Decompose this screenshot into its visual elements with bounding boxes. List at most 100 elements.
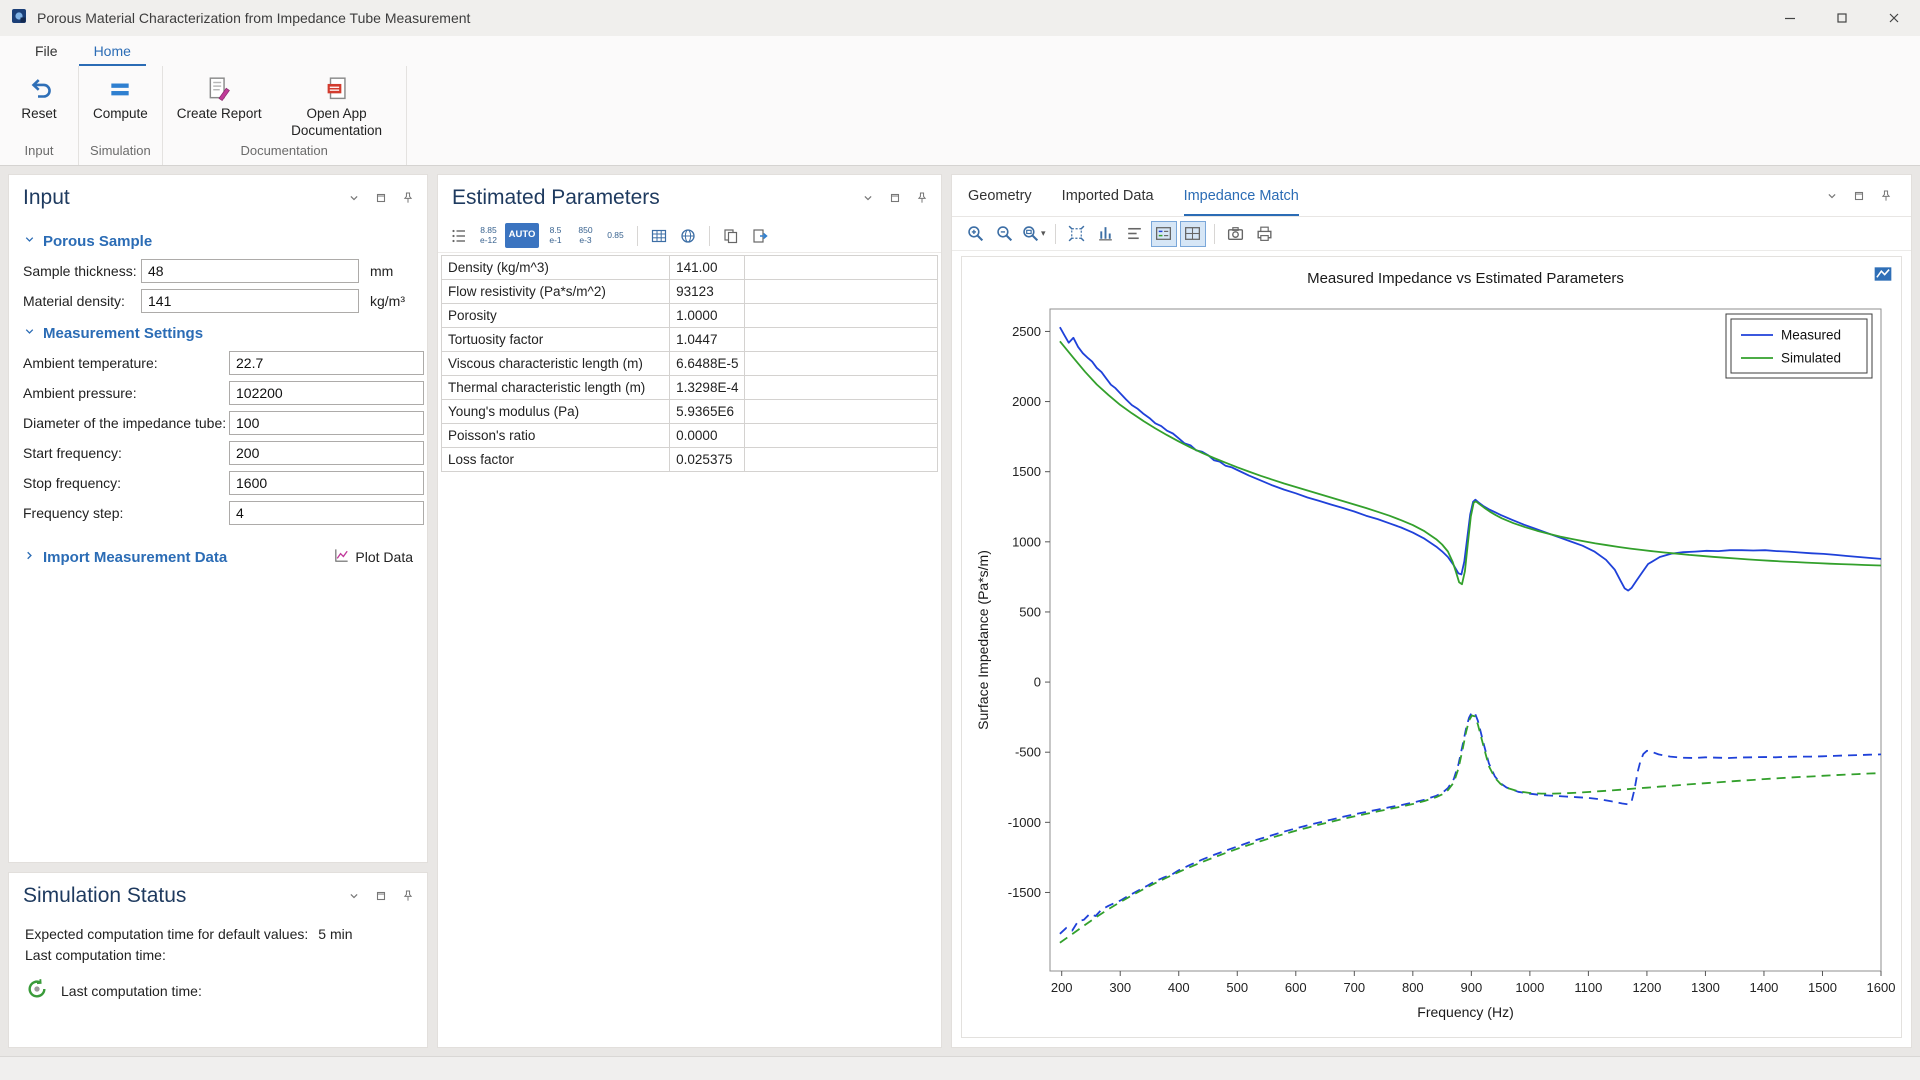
snapshot-icon[interactable] [1223, 221, 1249, 247]
grid-toggle-icon[interactable] [1180, 221, 1206, 247]
measured-imaginary-series [1060, 712, 1881, 934]
svg-text:-1500: -1500 [1008, 885, 1041, 900]
create-report-button[interactable]: Create Report [169, 70, 270, 140]
plot-settings-icon[interactable] [1873, 264, 1893, 282]
field-unit: Hz [424, 445, 427, 461]
parameter-value[interactable]: 5.9365E6 [670, 400, 745, 424]
chevron-down-icon[interactable] [345, 887, 363, 905]
open-app-documentation-button[interactable]: Open App Documentation [274, 70, 400, 140]
float-window-icon[interactable] [372, 887, 390, 905]
float-window-icon[interactable] [372, 189, 390, 207]
section-label: Porous Sample [43, 233, 152, 250]
tab-impedance-match[interactable]: Impedance Match [1184, 175, 1299, 216]
parameter-name: Poisson's ratio [442, 424, 670, 448]
parameter-extra [745, 352, 938, 376]
stop-frequency-input[interactable] [229, 471, 424, 495]
svg-text:1600: 1600 [1867, 980, 1896, 995]
parameter-row-tortuosity-factor: Tortuosity factor1.0447 [442, 328, 938, 352]
chevron-down-icon[interactable] [345, 189, 363, 207]
zoom-box-icon[interactable]: ▾ [1020, 221, 1047, 247]
compute-button[interactable]: Compute [85, 70, 156, 140]
field-row-sample-thickness: Sample thickness:mm [23, 259, 413, 283]
pin-icon[interactable] [399, 887, 417, 905]
section-header-porous-sample[interactable]: Porous Sample [23, 233, 413, 250]
section-header-measurement-settings[interactable]: Measurement Settings [23, 325, 413, 342]
close-icon[interactable] [1868, 0, 1920, 36]
svg-text:1000: 1000 [1515, 980, 1544, 995]
parameter-value[interactable]: 141.00 [670, 256, 745, 280]
format-button-0-85[interactable]: 0.85 [602, 223, 629, 248]
parameter-value[interactable]: 0.025375 [670, 448, 745, 472]
svg-text:800: 800 [1402, 980, 1424, 995]
section-measurement-settings: Measurement Settings Ambient temperature:… [23, 325, 413, 525]
legend-entry: Simulated [1781, 351, 1841, 366]
reset-button[interactable]: Reset [6, 70, 72, 140]
svg-text:1200: 1200 [1632, 980, 1661, 995]
parameter-value[interactable]: 93123 [670, 280, 745, 304]
section-header-import-measurement-data[interactable]: Import Measurement DataPlot Data [23, 547, 413, 567]
field-row-diameter-of-the-impedance-tube: Diameter of the impedance tube:mm [23, 411, 413, 435]
start-frequency-input[interactable] [229, 441, 424, 465]
parameter-value[interactable]: 0.0000 [670, 424, 745, 448]
material-density-input[interactable] [141, 289, 359, 313]
reset-icon [26, 72, 52, 106]
tab-geometry[interactable]: Geometry [968, 175, 1032, 216]
menu-tab-file[interactable]: File [20, 36, 73, 66]
y-axis-data-icon[interactable] [1093, 221, 1119, 247]
table-icon[interactable] [646, 223, 672, 249]
svg-text:1000: 1000 [1012, 534, 1041, 549]
chevron-down-icon[interactable] [859, 189, 877, 207]
zoom-extents-icon[interactable] [1064, 221, 1090, 247]
pin-icon[interactable] [1877, 187, 1895, 205]
format-button-850e-3[interactable]: 850e-3 [572, 223, 599, 248]
field-unit: Pa [424, 385, 427, 401]
tab-imported-data[interactable]: Imported Data [1062, 175, 1154, 216]
pin-icon[interactable] [913, 189, 931, 207]
toolbar-separator [709, 226, 710, 246]
diameter-of-the-impedance-tube-input[interactable] [229, 411, 424, 435]
field-row-ambient-temperature: Ambient temperature:°C [23, 351, 413, 375]
parameter-extra [745, 328, 938, 352]
frequency-step-input[interactable] [229, 501, 424, 525]
parameter-value[interactable]: 1.3298E-4 [670, 376, 745, 400]
section-label: Measurement Settings [43, 325, 203, 342]
legend-toggle-icon[interactable] [1151, 221, 1177, 247]
precision-icon[interactable] [675, 223, 701, 249]
main-area: Input Porous SampleSample thickness:mmMa… [0, 166, 1920, 1056]
field-row-frequency-step: Frequency step:Hz [23, 501, 413, 525]
parameter-value[interactable]: 6.6488E-5 [670, 352, 745, 376]
parameter-name: Tortuosity factor [442, 328, 670, 352]
impedance-chart[interactable]: Measured Impedance vs Estimated Paramete… [962, 257, 1901, 1037]
ribbon-group-label-documentation: Documentation [163, 140, 406, 165]
minimize-icon[interactable] [1764, 0, 1816, 36]
format-list-icon[interactable] [446, 223, 472, 249]
parameter-value[interactable]: 1.0447 [670, 328, 745, 352]
format-button-auto[interactable]: AUTO [505, 223, 539, 248]
export-table-icon[interactable] [747, 223, 773, 249]
parameter-value[interactable]: 1.0000 [670, 304, 745, 328]
field-label: Frequency step: [23, 505, 229, 521]
format-button-8-85e-12[interactable]: 8.85e-12 [475, 223, 502, 248]
float-window-icon[interactable] [1850, 187, 1868, 205]
float-window-icon[interactable] [886, 189, 904, 207]
ambient-pressure-input[interactable] [229, 381, 424, 405]
parameter-name: Loss factor [442, 448, 670, 472]
simulation-status-panel: Simulation Status Expected computation t… [8, 872, 428, 1048]
parameter-extra [745, 400, 938, 424]
chevron-down-icon [23, 325, 36, 342]
sample-thickness-input[interactable] [141, 259, 359, 283]
menu-tab-home[interactable]: Home [79, 36, 146, 66]
ambient-temperature-input[interactable] [229, 351, 424, 375]
pin-icon[interactable] [399, 189, 417, 207]
zoom-out-icon[interactable] [991, 221, 1017, 247]
plot-data-button[interactable]: Plot Data [333, 547, 413, 567]
zoom-in-icon[interactable] [962, 221, 988, 247]
copy-table-icon[interactable] [718, 223, 744, 249]
chevron-down-icon[interactable] [1823, 187, 1841, 205]
field-row-stop-frequency: Stop frequency:Hz [23, 471, 413, 495]
format-button-8-5e-1[interactable]: 8.5e-1 [542, 223, 569, 248]
maximize-icon[interactable] [1816, 0, 1868, 36]
axis-limits-icon[interactable] [1122, 221, 1148, 247]
parameter-name: Viscous characteristic length (m) [442, 352, 670, 376]
print-icon[interactable] [1252, 221, 1278, 247]
